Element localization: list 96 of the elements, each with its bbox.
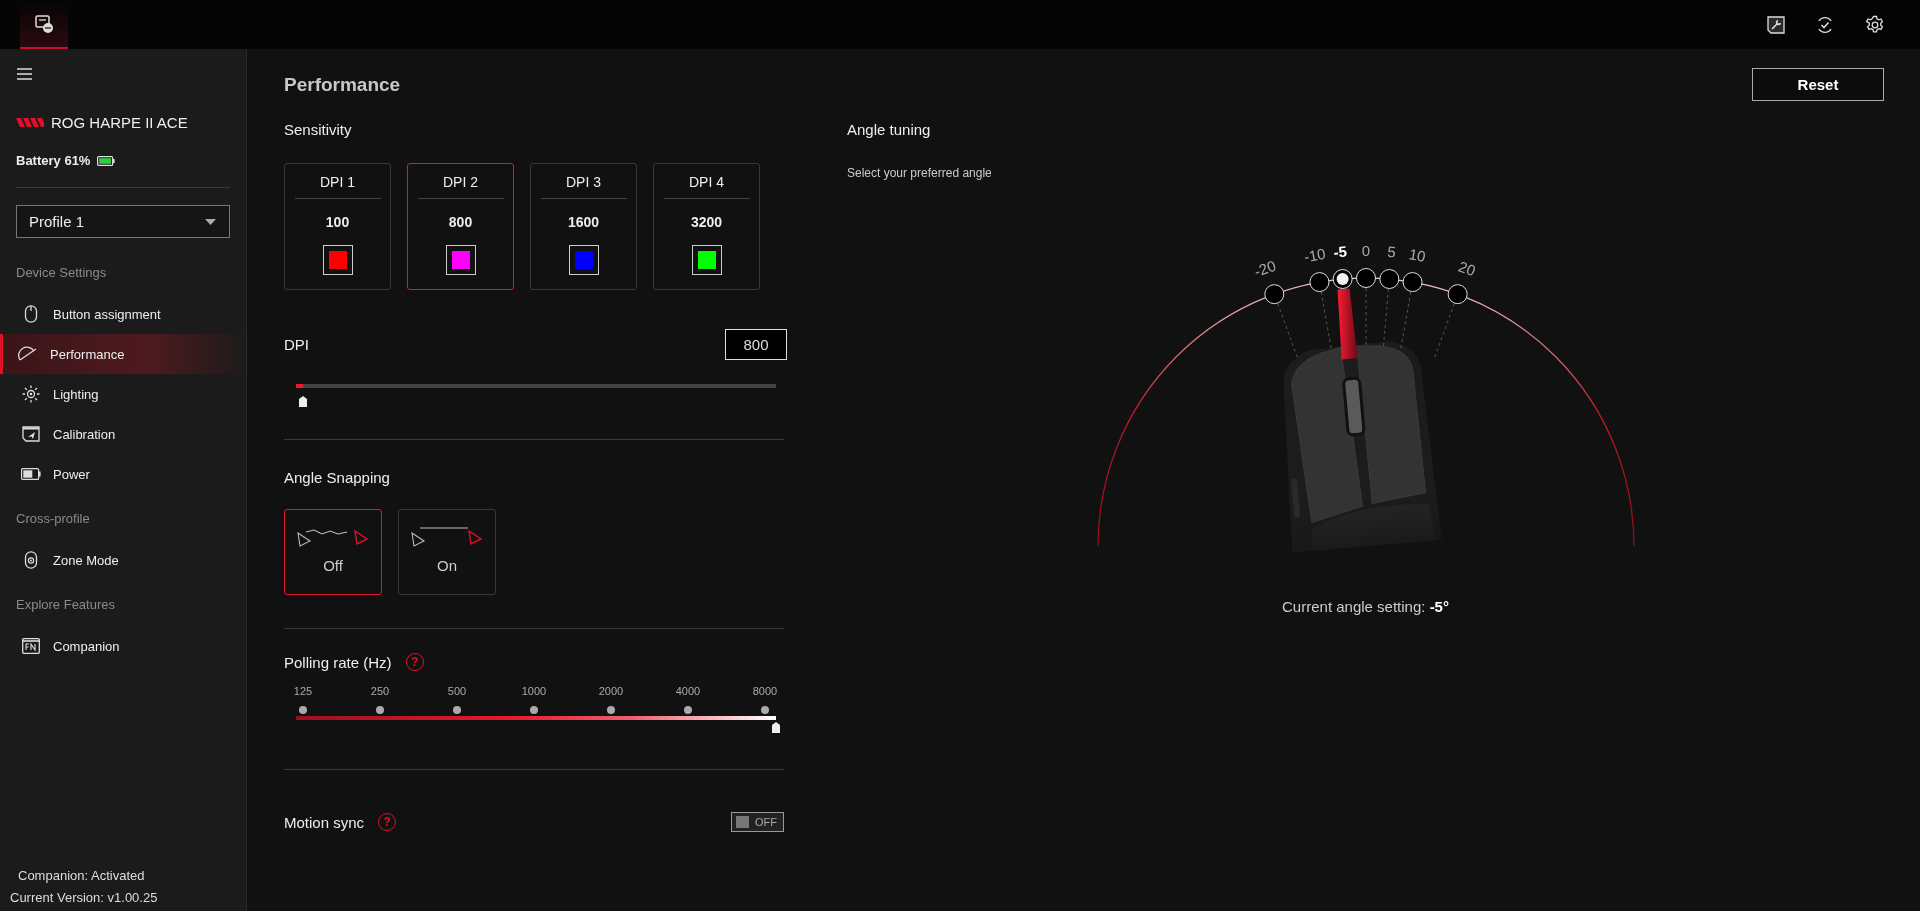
stripes-logo-icon <box>16 118 44 127</box>
dpi-slider[interactable] <box>296 384 776 406</box>
tick-label: 8000 <box>752 685 778 697</box>
nav-item[interactable]: Lighting <box>0 374 246 414</box>
dpi-preset-card[interactable]: DPI 4 3200 <box>653 163 760 290</box>
guide-line <box>1433 303 1455 359</box>
angle-label: 5 <box>1386 242 1397 261</box>
nav-item[interactable]: Zone Mode <box>0 540 246 580</box>
page-title: Performance <box>284 73 401 96</box>
section-title: Angle Snapping <box>284 468 391 488</box>
section-heading: Cross-profile <box>16 511 91 526</box>
tick-dot[interactable] <box>530 706 538 714</box>
dpi-preset-card[interactable]: DPI 1 100 <box>284 163 391 290</box>
tick-dot[interactable] <box>376 706 384 714</box>
color-swatch[interactable] <box>322 245 353 275</box>
tick-dot[interactable] <box>453 706 461 714</box>
battery-label: Battery 61% <box>16 153 91 168</box>
angle-option[interactable] <box>1263 284 1284 305</box>
device-name: ROG HARPE II ACE <box>51 114 188 131</box>
angle-option[interactable] <box>1355 268 1376 288</box>
guide-line <box>1365 287 1366 347</box>
tick-dot[interactable] <box>761 706 769 714</box>
angle-label: -10 <box>1302 244 1327 266</box>
color-swatch[interactable] <box>445 245 476 275</box>
section-heading: Device Settings <box>16 265 108 280</box>
angle-snapping-option[interactable]: Off <box>284 509 382 595</box>
angle-label: -20 <box>1251 256 1278 280</box>
wavy-path-cursor-icon <box>297 527 369 549</box>
device-icon <box>34 13 54 34</box>
angle-label: -5 <box>1332 242 1348 261</box>
section-title: Angle tuning <box>847 120 931 140</box>
angle-pointer <box>1337 288 1358 360</box>
caret-icon <box>205 218 216 225</box>
tick-label: 250 <box>370 685 390 697</box>
light-icon <box>21 385 41 403</box>
preset-value: 3200 <box>690 214 723 230</box>
section-title: Sensitivity <box>284 120 353 140</box>
calibration-icon <box>21 426 41 442</box>
preset-label: DPI 3 <box>566 174 601 190</box>
preset-label: DPI 1 <box>320 174 355 190</box>
tick-dot[interactable] <box>607 706 615 714</box>
polling-rate-label: Polling rate (Hz) <box>284 653 392 671</box>
slider-thumb[interactable] <box>772 722 780 733</box>
tick-label: 4000 <box>675 685 701 697</box>
preset-value: 800 <box>448 214 473 230</box>
wrench-icon[interactable] <box>1767 15 1785 34</box>
tick-label: 500 <box>447 685 467 697</box>
settings-icon[interactable] <box>1865 14 1885 35</box>
tick-dot[interactable] <box>684 706 692 714</box>
dpi-preset-card[interactable]: DPI 2 800 <box>407 163 514 290</box>
tick-label: 2000 <box>598 685 624 697</box>
angle-snapping-option[interactable]: On <box>398 509 496 595</box>
tick-label: 125 <box>293 685 313 697</box>
angle-option[interactable] <box>1308 272 1329 293</box>
profile-dropdown[interactable]: Profile 1 <box>16 205 230 238</box>
reset-button[interactable]: Reset <box>1752 68 1884 101</box>
dpi-input-field[interactable]: 800 <box>725 329 787 360</box>
current-angle-text: Current angle setting: -5° <box>1282 598 1449 615</box>
nav-item[interactable]: Button assignment <box>0 294 246 334</box>
color-swatch[interactable] <box>568 245 599 275</box>
menu-icon[interactable] <box>17 68 32 80</box>
straight-path-cursor-icon <box>411 527 483 549</box>
motion-sync-toggle[interactable]: OFF <box>731 812 784 832</box>
section-heading: Explore Features <box>16 597 116 612</box>
angle-label: 20 <box>1455 257 1478 280</box>
footer-text: Companion: Activated <box>18 868 146 883</box>
angle-option[interactable] <box>1447 284 1468 305</box>
preset-label: DPI 4 <box>689 174 724 190</box>
preset-value: 100 <box>325 214 350 230</box>
color-swatch[interactable] <box>691 245 722 275</box>
battery-icon <box>97 155 116 166</box>
footer-text: Current Version: v1.00.25 <box>10 890 159 905</box>
dpi-preset-card[interactable]: DPI 3 1600 <box>530 163 637 290</box>
gauge-icon <box>18 346 38 362</box>
angle-label: 10 <box>1407 245 1427 265</box>
slider-thumb[interactable] <box>299 396 308 407</box>
preset-label: DPI 2 <box>443 174 478 190</box>
guide-line <box>1399 291 1411 350</box>
preset-value: 1600 <box>567 214 600 230</box>
guide-line <box>1320 291 1332 350</box>
angle-option[interactable] <box>1402 272 1423 293</box>
fn-key-icon <box>21 638 41 654</box>
polling-rate-slider[interactable]: 125 250 500 1000 2000 4000 8000 <box>284 685 776 738</box>
motion-sync-label: Motion sync <box>284 813 365 831</box>
angle-label: 0 <box>1361 242 1370 259</box>
angle-option[interactable] <box>1378 269 1399 289</box>
battery-icon <box>21 468 41 480</box>
dpi-label: DPI <box>284 336 309 353</box>
nav-item[interactable]: Companion <box>0 626 246 666</box>
nav-item[interactable]: Power <box>0 454 246 494</box>
guide-line <box>1276 303 1298 359</box>
tick-label: 1000 <box>521 685 547 697</box>
section-subtitle: Select your preferred angle <box>847 166 992 180</box>
nav-item[interactable]: Calibration <box>0 414 246 454</box>
guide-line <box>1382 288 1389 348</box>
tick-dot[interactable] <box>299 706 307 714</box>
